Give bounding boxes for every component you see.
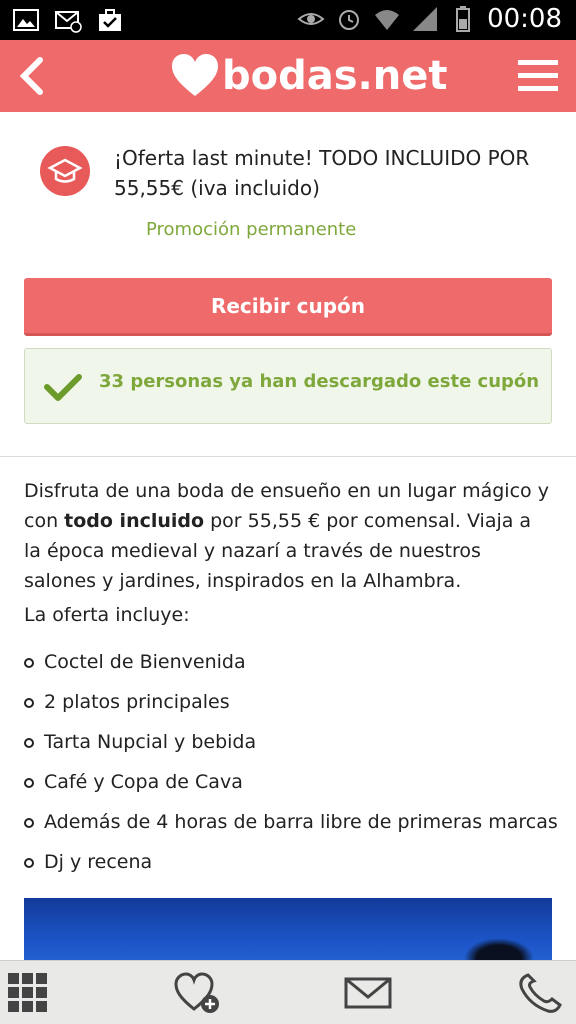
list-item-label: Café y Copa de Cava	[44, 771, 243, 793]
eye-icon	[297, 13, 325, 25]
bullet-icon	[24, 658, 34, 668]
check-icon	[44, 374, 82, 401]
favorite-add-icon	[174, 972, 219, 1013]
logo[interactable]: bodas.net	[172, 46, 447, 106]
clock: 00:08	[487, 4, 562, 34]
phone-button[interactable]	[514, 969, 566, 1017]
mail-button[interactable]	[342, 969, 394, 1017]
includes-list: Coctel de Bienvenida 2 platos principale…	[24, 646, 564, 886]
chevron-left-icon	[19, 57, 43, 95]
signal-icon	[413, 7, 438, 31]
offer-badge	[40, 146, 90, 196]
favorite-add-button[interactable]	[172, 969, 224, 1017]
downloads-notice: 33 personas ya han descargado este cupón	[24, 348, 552, 424]
phone-icon	[519, 973, 562, 1013]
list-item: Además de 4 horas de barra libre de prim…	[24, 806, 564, 846]
list-item: Dj y recena	[24, 846, 564, 886]
battery-icon	[456, 6, 471, 32]
downloads-text: 33 personas ya han descargado este cupón	[99, 371, 540, 392]
status-bar: 00:08	[0, 0, 576, 40]
bullet-icon	[24, 818, 34, 828]
list-item-label: Tarta Nupcial y bebida	[44, 731, 257, 753]
bullet-icon	[24, 698, 34, 708]
mail-icon	[344, 977, 392, 1009]
bullet-icon	[24, 858, 34, 868]
alarm-icon	[339, 10, 360, 30]
list-item-label: Además de 4 horas de barra libre de prim…	[44, 811, 558, 833]
grid-menu-button[interactable]	[4, 969, 56, 1017]
list-item: Café y Copa de Cava	[24, 766, 564, 806]
offer-description: Disfruta de una boda de ensueño en un lu…	[24, 476, 554, 596]
includes-title: La oferta incluye:	[24, 604, 190, 626]
bullet-icon	[24, 778, 34, 788]
wifi-icon	[375, 10, 400, 30]
briefcase-icon	[99, 9, 121, 31]
grid-menu-icon	[8, 973, 47, 1012]
email-icon	[55, 11, 82, 33]
system-icons: 00:08	[297, 4, 562, 34]
image-icon	[13, 9, 39, 31]
graduation-cap-icon	[47, 158, 83, 183]
menu-button[interactable]	[514, 52, 562, 100]
list-item-label: 2 platos principales	[44, 691, 230, 713]
back-button[interactable]	[10, 52, 58, 100]
offer-title: ¡Oferta last minute! TODO INCLUIDO POR 5…	[114, 146, 530, 200]
list-item: 2 platos principales	[24, 686, 564, 726]
notification-icons	[12, 6, 124, 34]
list-item: Tarta Nupcial y bebida	[24, 726, 564, 766]
bottom-navigation	[0, 960, 576, 1024]
offer-subtitle: Promoción permanente	[146, 219, 357, 240]
list-item-label: Coctel de Bienvenida	[44, 651, 246, 673]
receive-coupon-button[interactable]: Recibir cupón	[24, 278, 552, 336]
description-bold: todo incluido	[64, 510, 205, 532]
list-item: Coctel de Bienvenida	[24, 646, 564, 686]
list-item-label: Dj y recena	[44, 851, 153, 873]
bullet-icon	[24, 738, 34, 748]
app-header: bodas.net	[0, 40, 576, 112]
logo-text: bodas.net	[222, 53, 448, 99]
hamburger-icon	[518, 60, 558, 91]
heart-icon	[172, 54, 218, 96]
divider	[0, 456, 576, 457]
